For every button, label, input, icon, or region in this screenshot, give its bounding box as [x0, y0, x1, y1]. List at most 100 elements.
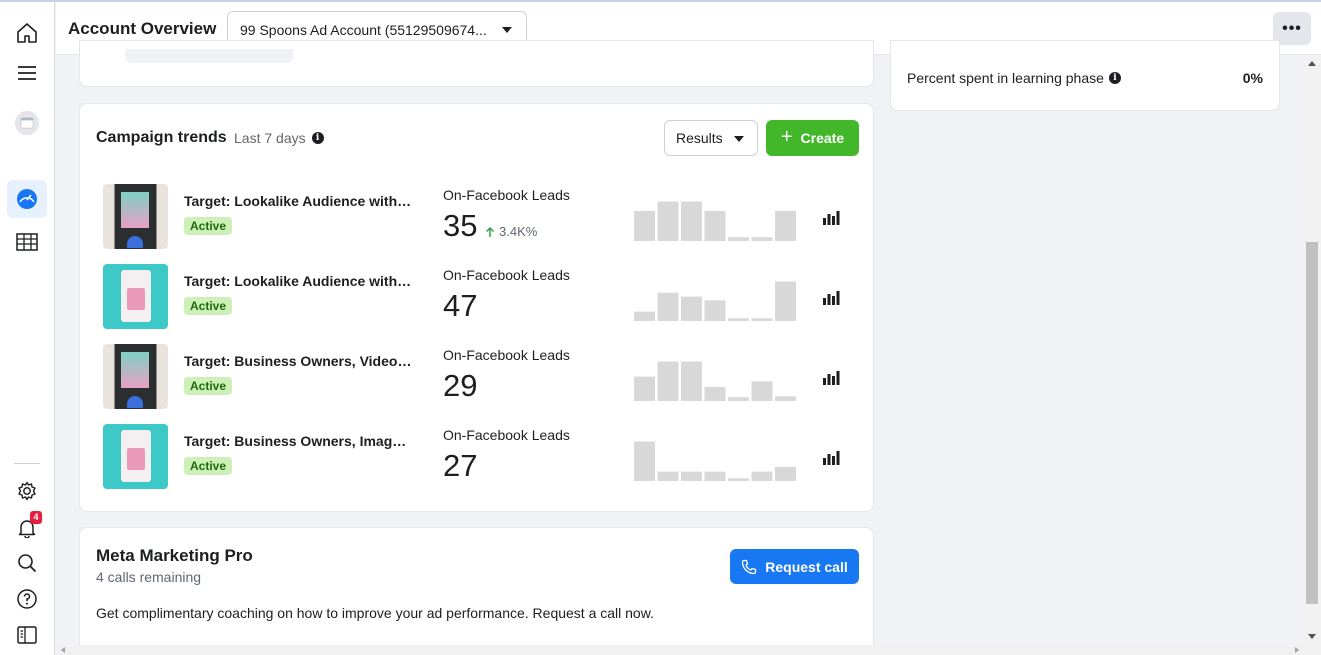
left-navigation: 4 — [0, 2, 55, 655]
settings-icon[interactable] — [14, 478, 40, 504]
meta-marketing-pro-card: Meta Marketing Pro 4 calls remaining Get… — [79, 527, 874, 647]
scroll-up-icon[interactable] — [1308, 61, 1316, 66]
learning-phase-value: 0% — [1242, 70, 1263, 86]
sparkline-bar — [751, 237, 773, 241]
create-button[interactable]: + Create — [766, 120, 859, 156]
sparkline-bar — [634, 376, 655, 401]
info-icon[interactable]: i — [311, 132, 324, 144]
thumbnail-detail — [127, 448, 145, 470]
card-stub — [125, 49, 293, 63]
calls-remaining: 4 calls remaining — [96, 569, 202, 585]
status-badge: Active — [184, 457, 233, 475]
sparkline-bar — [704, 471, 726, 481]
sparkline-bar — [681, 471, 702, 481]
metric-label: On-Facebook Leads — [443, 427, 570, 443]
meta-pro-title: Meta Marketing Pro — [96, 546, 253, 565]
campaign-name[interactable]: Target: Business Owners, Video C... — [184, 353, 412, 369]
help-icon[interactable] — [14, 586, 40, 612]
page-title: Account Overview — [68, 19, 217, 38]
notifications-badge: 4 — [30, 511, 42, 524]
account-selector-value: 99 Spoons Ad Account (55129509674... — [240, 22, 487, 38]
chevron-down-icon — [734, 136, 744, 142]
metric-value: 35 — [443, 208, 478, 243]
sparkline-bar — [751, 318, 773, 321]
scroll-left-icon[interactable] — [61, 647, 65, 653]
scrollbar-thumb[interactable] — [1306, 242, 1318, 604]
sparkline-bar — [681, 296, 702, 321]
thumbnail-detail — [127, 288, 145, 310]
trend-sparkline — [634, 441, 796, 481]
sparkline-bar — [704, 300, 726, 321]
trend-sparkline — [634, 361, 796, 401]
sparkline-bar — [681, 201, 702, 241]
arrow-up-icon — [485, 226, 495, 237]
vertical-scrollbar[interactable] — [1303, 55, 1321, 645]
results-metric-select[interactable]: Results — [664, 120, 758, 156]
bar-chart-icon[interactable] — [822, 369, 840, 385]
meta-pro-description: Get complimentary coaching on how to imp… — [96, 605, 654, 621]
nav-divider — [14, 463, 40, 464]
sparkline-bar — [704, 210, 726, 241]
thumbnail-machine — [121, 270, 151, 322]
sparkline-bar — [634, 441, 655, 481]
sparkline-bar — [657, 471, 679, 481]
trend-sparkline — [634, 281, 796, 321]
scroll-right-icon[interactable] — [1295, 647, 1299, 653]
metric-value: 47 — [443, 288, 478, 323]
bar-chart-icon[interactable] — [822, 449, 840, 465]
campaign-trends-title: Campaign trends — [96, 129, 227, 146]
metric-value: 27 — [443, 448, 478, 483]
request-call-button[interactable]: Request call — [730, 549, 859, 584]
campaign-row[interactable]: Target: Lookalike Audience with V... Acti… — [80, 184, 875, 264]
create-button-label: Create — [800, 130, 845, 146]
sparkline-bar — [657, 361, 679, 401]
campaign-thumbnail[interactable] — [103, 424, 168, 489]
campaign-thumbnail[interactable] — [103, 264, 168, 329]
metric-delta: 3.4K% — [485, 224, 537, 239]
menu-icon[interactable] — [14, 60, 40, 86]
sparkline-bar — [751, 381, 773, 401]
metric-value: 29 — [443, 368, 478, 403]
results-select-value: Results — [676, 130, 723, 146]
status-badge: Active — [184, 217, 233, 235]
metric-label: On-Facebook Leads — [443, 347, 570, 363]
learning-phase-card: Percent spent in learning phase i 0% — [890, 40, 1280, 111]
campaign-row[interactable]: Target: Lookalike Audience with I... Acti… — [80, 264, 875, 344]
campaign-row[interactable]: Target: Business Owners, Video C... Activ… — [80, 344, 875, 424]
sparkline-bar — [751, 471, 773, 481]
sparkline-bar — [728, 237, 749, 241]
date-range: Last 7 days i — [234, 130, 324, 146]
date-range-text: Last 7 days — [234, 130, 306, 146]
sparkline-bar — [657, 201, 679, 241]
profile-avatar[interactable] — [14, 110, 40, 136]
campaign-row[interactable]: Target: Business Owners, Image C... Activ… — [80, 424, 875, 504]
campaign-thumbnail[interactable] — [103, 184, 168, 249]
dashboard-icon[interactable] — [14, 186, 40, 212]
sparkline-bar — [681, 361, 702, 401]
home-icon[interactable] — [14, 20, 40, 46]
request-call-label: Request call — [765, 558, 848, 575]
thumbnail-screen — [121, 352, 149, 388]
info-icon[interactable]: i — [1108, 72, 1121, 84]
sparkline-bar — [775, 210, 796, 241]
bar-chart-icon[interactable] — [822, 209, 840, 225]
thumbnail-detail — [127, 396, 143, 408]
sidebar-toggle-icon[interactable] — [14, 622, 40, 648]
chevron-down-icon — [502, 27, 512, 33]
search-icon[interactable] — [14, 550, 40, 576]
sparkline-bar — [657, 292, 679, 321]
sparkline-bar — [728, 478, 749, 481]
campaign-name[interactable]: Target: Lookalike Audience with V... — [184, 193, 412, 209]
sparkline-bar — [728, 397, 749, 401]
bar-chart-icon[interactable] — [822, 289, 840, 305]
campaign-thumbnail[interactable] — [103, 344, 168, 409]
scroll-down-icon[interactable] — [1308, 634, 1316, 639]
table-icon[interactable] — [14, 229, 40, 255]
sparkline-bar — [704, 386, 726, 401]
campaign-name[interactable]: Target: Lookalike Audience with I... — [184, 273, 412, 289]
status-badge: Active — [184, 377, 233, 395]
campaign-name[interactable]: Target: Business Owners, Image C... — [184, 433, 412, 449]
sparkline-bar — [634, 210, 655, 241]
horizontal-scrollbar[interactable] — [56, 645, 1321, 655]
sparkline-bar — [634, 311, 655, 321]
